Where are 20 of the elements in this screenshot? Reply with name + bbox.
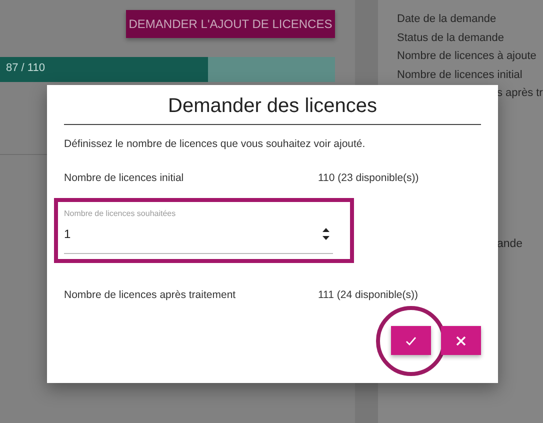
- row-value: 110 (23 disponible(s)): [318, 172, 419, 184]
- field-value: 1: [64, 227, 71, 241]
- request-licenses-button[interactable]: DEMANDER L'AJOUT DE LICENCES: [126, 10, 335, 38]
- dialog-title: Demander des licences: [167, 94, 378, 119]
- row-value: 111 (24 disponible(s)): [318, 289, 418, 301]
- spinner-icon[interactable]: [322, 227, 330, 241]
- detail-label: Date de la demande: [397, 12, 498, 27]
- cancel-button[interactable]: [441, 326, 481, 355]
- detail-label: Nombre de licences à ajoute: [397, 49, 538, 64]
- number-input-field[interactable]: Nombre de licences souhaitées 1: [64, 209, 333, 254]
- checkmark-icon: [405, 334, 417, 346]
- close-icon: [455, 334, 467, 346]
- row-label: Nombre de licences après traitement: [64, 289, 237, 301]
- progress-label: 87 / 110: [6, 62, 45, 74]
- detail-label: Status de la demande: [397, 30, 506, 46]
- detail-label: ande: [496, 238, 524, 250]
- row-label: Nombre de licences initial: [64, 172, 185, 184]
- dialog-description: Définissez le nombre de licences que vous souhaitez voir ajouté.: [64, 138, 366, 150]
- field-label: Nombre de licences souhaitées: [64, 209, 177, 218]
- detail-label: Nombre de licences initial: [397, 68, 524, 82]
